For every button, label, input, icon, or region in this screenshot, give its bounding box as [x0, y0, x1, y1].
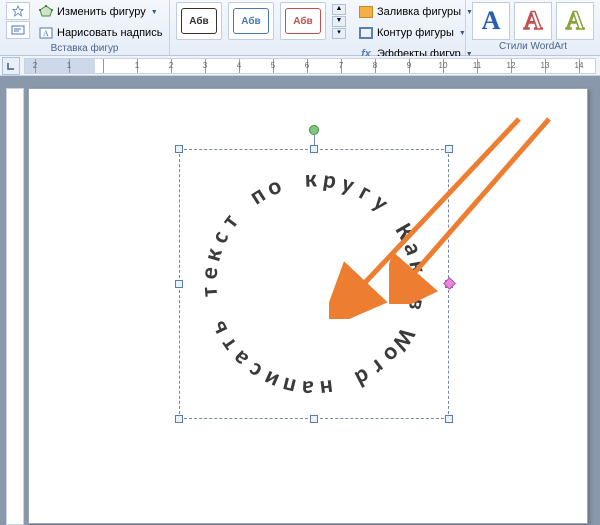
ruler-label: 1 — [67, 61, 71, 70]
ruler-label: 4 — [237, 61, 241, 70]
svg-text:A: A — [43, 29, 49, 38]
resize-handle[interactable] — [445, 415, 453, 423]
resize-handle[interactable] — [445, 145, 453, 153]
gallery-up-button[interactable]: ▲ — [332, 4, 346, 15]
ruler-label: 8 — [373, 61, 377, 70]
edit-shape-icon — [38, 4, 54, 20]
resize-handle[interactable] — [310, 145, 318, 153]
wordart-thumb-1[interactable]: A — [472, 2, 510, 40]
group-wordart-styles: A A A Стили WordArt — [466, 0, 600, 55]
ruler-label: 12 — [507, 61, 516, 70]
textbox-shape-icon — [11, 25, 25, 35]
draw-textbox-label: Нарисовать надпись — [57, 27, 162, 39]
style-thumb-1[interactable]: Абв — [176, 2, 222, 40]
group-shape-styles: Абв Абв Абв ▲ ▼ ▾ Заливка фигуры — [170, 0, 466, 55]
ruler-label: 9 — [407, 61, 411, 70]
vertical-ruler[interactable] — [6, 88, 24, 525]
ruler-label: 3 — [203, 61, 207, 70]
chevron-down-icon: ▼ — [151, 9, 158, 16]
shapes-mini-gallery[interactable] — [6, 2, 30, 39]
group-label: Вставка фигур — [51, 43, 119, 54]
rotation-handle[interactable] — [309, 125, 319, 135]
resize-handle[interactable] — [175, 415, 183, 423]
edit-shape-button[interactable]: Изменить фигуру ▼ — [34, 2, 166, 22]
pen-icon — [358, 25, 374, 41]
style-thumb-label: Абв — [233, 8, 269, 34]
wordart-gallery: A A A — [472, 2, 594, 40]
shape-style-gallery: Абв Абв Абв ▲ ▼ ▾ — [176, 2, 346, 40]
ruler-label: 2 — [169, 61, 173, 70]
ruler-label: 13 — [541, 61, 550, 70]
resize-handle[interactable] — [310, 415, 318, 423]
gallery-more-button[interactable]: ▾ — [332, 28, 346, 39]
ruler-label: 11 — [473, 61, 481, 70]
wordart-thumb-3[interactable]: A — [556, 2, 594, 40]
horizontal-ruler-bar: 211234567891011121314 — [0, 56, 600, 76]
resize-handle[interactable] — [175, 280, 183, 288]
group-label: Стили WordArt — [499, 41, 567, 52]
star-icon — [12, 5, 24, 17]
shape-thumb[interactable] — [6, 21, 30, 39]
shape-outline-label: Контур фигуры — [377, 27, 454, 39]
ruler-label: 10 — [439, 61, 448, 70]
horizontal-ruler[interactable]: 211234567891011121314 — [24, 58, 596, 74]
style-thumb-label: Абв — [285, 8, 321, 34]
page[interactable]: Как в Word написать текст по кругу — [28, 88, 588, 524]
style-thumb-2[interactable]: Абв — [228, 2, 274, 40]
ruler-label: 5 — [271, 61, 275, 70]
gallery-spinner: ▲ ▼ ▾ — [332, 4, 346, 39]
ruler-label: 1 — [135, 61, 139, 70]
ruler-label: 7 — [339, 61, 343, 70]
textbox-icon: A — [38, 25, 54, 41]
ribbon: Изменить фигуру ▼ A Нарисовать надпись В… — [0, 0, 600, 56]
circular-char: к — [304, 164, 317, 193]
chevron-down-icon: ▼ — [459, 30, 466, 37]
tab-selector-button[interactable] — [2, 57, 20, 75]
rotation-connector — [314, 135, 315, 145]
bucket-icon — [358, 4, 374, 20]
style-thumb-3[interactable]: Абв — [280, 2, 326, 40]
wordart-thumb-2[interactable]: A — [514, 2, 552, 40]
resize-handle[interactable] — [175, 145, 183, 153]
group-insert-shapes: Изменить фигуру ▼ A Нарисовать надпись В… — [0, 0, 170, 55]
shape-fill-label: Заливка фигуры — [377, 6, 461, 18]
ruler-label: 2 — [33, 61, 37, 70]
document-area: Как в Word написать текст по кругу — [0, 76, 600, 525]
ruler-label: 6 — [305, 61, 309, 70]
gallery-down-button[interactable]: ▼ — [332, 16, 346, 27]
wordart-textbox[interactable]: Как в Word написать текст по кругу — [179, 149, 449, 419]
ruler-label: 14 — [575, 61, 584, 70]
circular-char: а — [301, 374, 315, 404]
style-thumb-label: Абв — [181, 8, 217, 34]
edit-shape-label: Изменить фигуру — [57, 6, 146, 18]
shape-outline-button[interactable]: Контур фигуры ▼ — [354, 23, 477, 43]
draw-textbox-button[interactable]: A Нарисовать надпись — [34, 23, 166, 43]
circular-text[interactable]: Как в Word написать текст по кругу — [314, 284, 315, 285]
shape-fill-button[interactable]: Заливка фигуры ▼ — [354, 2, 477, 22]
shape-thumb[interactable] — [6, 2, 30, 20]
